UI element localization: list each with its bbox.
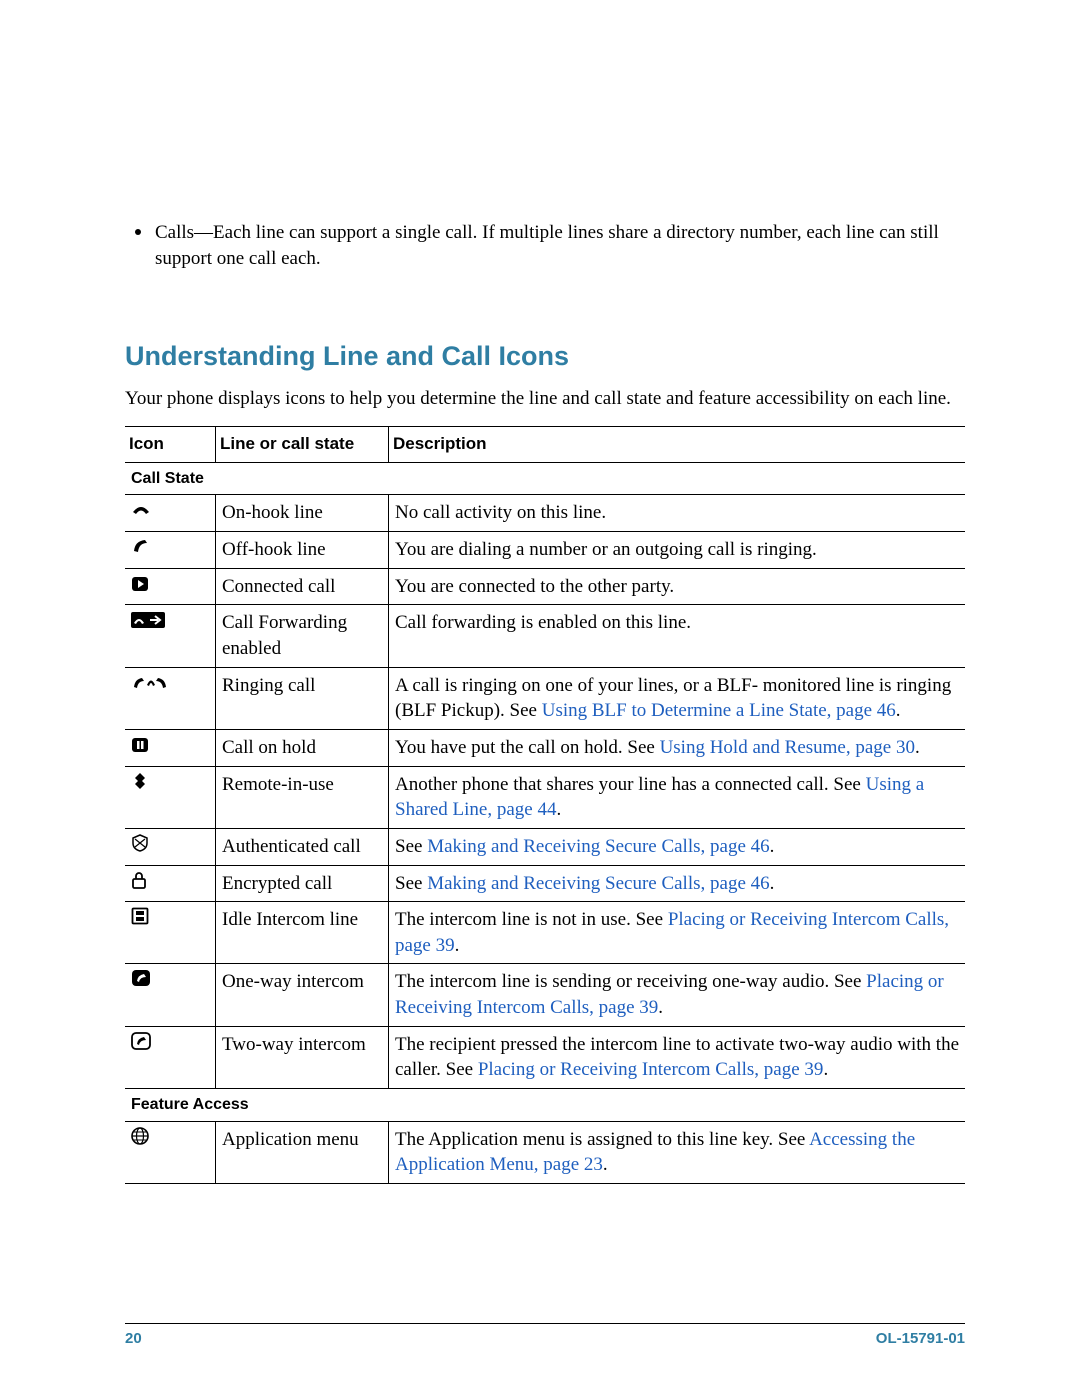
description: Call forwarding is enabled on this line. [389, 605, 966, 667]
section-call-state: Call State [125, 462, 965, 495]
table-row: Off-hook line You are dialing a number o… [125, 532, 965, 569]
idle-intercom-icon [125, 902, 216, 964]
bullet-icon [135, 229, 141, 235]
state-label: Two-way intercom [216, 1026, 389, 1088]
section-feature-access: Feature Access [125, 1088, 965, 1121]
on-hook-icon [125, 495, 216, 532]
ringing-icon [125, 667, 216, 729]
table-row: Call Forwarding enabled Call forwarding … [125, 605, 965, 667]
table-row: Connected call You are connected to the … [125, 568, 965, 605]
state-label: Call Forwarding enabled [216, 605, 389, 667]
application-menu-icon [125, 1121, 216, 1183]
intro-text: Your phone displays icons to help you de… [125, 386, 965, 412]
state-label: One-way intercom [216, 964, 389, 1026]
state-label: Remote-in-use [216, 766, 389, 828]
state-label: Application menu [216, 1121, 389, 1183]
table-row: Encrypted call See Making and Receiving … [125, 865, 965, 902]
col-state: Line or call state [216, 426, 389, 462]
state-label: Authenticated call [216, 828, 389, 865]
link[interactable]: Using Hold and Resume, page 30 [660, 737, 915, 758]
table-row: On-hook line No call activity on this li… [125, 495, 965, 532]
remote-in-use-icon [125, 766, 216, 828]
bullet-text: Calls—Each line can support a single cal… [155, 220, 965, 271]
authenticated-icon [125, 828, 216, 865]
state-label: Off-hook line [216, 532, 389, 569]
table-row: Remote-in-use Another phone that shares … [125, 766, 965, 828]
icon-table: Icon Line or call state Description Call… [125, 426, 965, 1184]
section-heading: Understanding Line and Call Icons [125, 341, 965, 372]
link[interactable]: Making and Receiving Secure Calls, page … [427, 836, 769, 857]
state-label: Ringing call [216, 667, 389, 729]
table-row: Two-way intercom The recipient pressed t… [125, 1026, 965, 1088]
doc-id: OL-15791-01 [876, 1330, 965, 1347]
link[interactable]: Using BLF to Determine a Line State, pag… [542, 700, 896, 721]
state-label: Connected call [216, 568, 389, 605]
table-row: Idle Intercom line The intercom line is … [125, 902, 965, 964]
bullet-item: Calls—Each line can support a single cal… [135, 220, 965, 271]
one-way-intercom-icon [125, 964, 216, 1026]
state-label: On-hook line [216, 495, 389, 532]
description: The recipient pressed the intercom line … [389, 1026, 966, 1088]
link[interactable]: Making and Receiving Secure Calls, page … [427, 873, 769, 894]
state-label: Call on hold [216, 729, 389, 766]
description: See Making and Receiving Secure Calls, p… [389, 865, 966, 902]
col-icon: Icon [125, 426, 216, 462]
table-row: Ringing call A call is ringing on one of… [125, 667, 965, 729]
page: Calls—Each line can support a single cal… [0, 0, 1080, 1397]
call-forward-icon [125, 605, 216, 667]
off-hook-icon [125, 532, 216, 569]
description: The intercom line is sending or receivin… [389, 964, 966, 1026]
table-header-row: Icon Line or call state Description [125, 426, 965, 462]
description: The Application menu is assigned to this… [389, 1121, 966, 1183]
description: You are connected to the other party. [389, 568, 966, 605]
link[interactable]: Placing or Receiving Intercom Calls, pag… [478, 1059, 824, 1080]
description: No call activity on this line. [389, 495, 966, 532]
col-desc: Description [389, 426, 966, 462]
description: A call is ringing on one of your lines, … [389, 667, 966, 729]
state-label: Encrypted call [216, 865, 389, 902]
hold-icon [125, 729, 216, 766]
table-row: Application menu The Application menu is… [125, 1121, 965, 1183]
two-way-intercom-icon [125, 1026, 216, 1088]
table-row: One-way intercom The intercom line is se… [125, 964, 965, 1026]
table-row: Authenticated call See Making and Receiv… [125, 828, 965, 865]
encrypted-icon [125, 865, 216, 902]
state-label: Idle Intercom line [216, 902, 389, 964]
table-row: Call on hold You have put the call on ho… [125, 729, 965, 766]
page-number: 20 [125, 1330, 142, 1347]
description: You have put the call on hold. See Using… [389, 729, 966, 766]
description: You are dialing a number or an outgoing … [389, 532, 966, 569]
description: See Making and Receiving Secure Calls, p… [389, 828, 966, 865]
description: Another phone that shares your line has … [389, 766, 966, 828]
description: The intercom line is not in use. See Pla… [389, 902, 966, 964]
connected-icon [125, 568, 216, 605]
page-footer: 20 OL-15791-01 [125, 1323, 965, 1347]
